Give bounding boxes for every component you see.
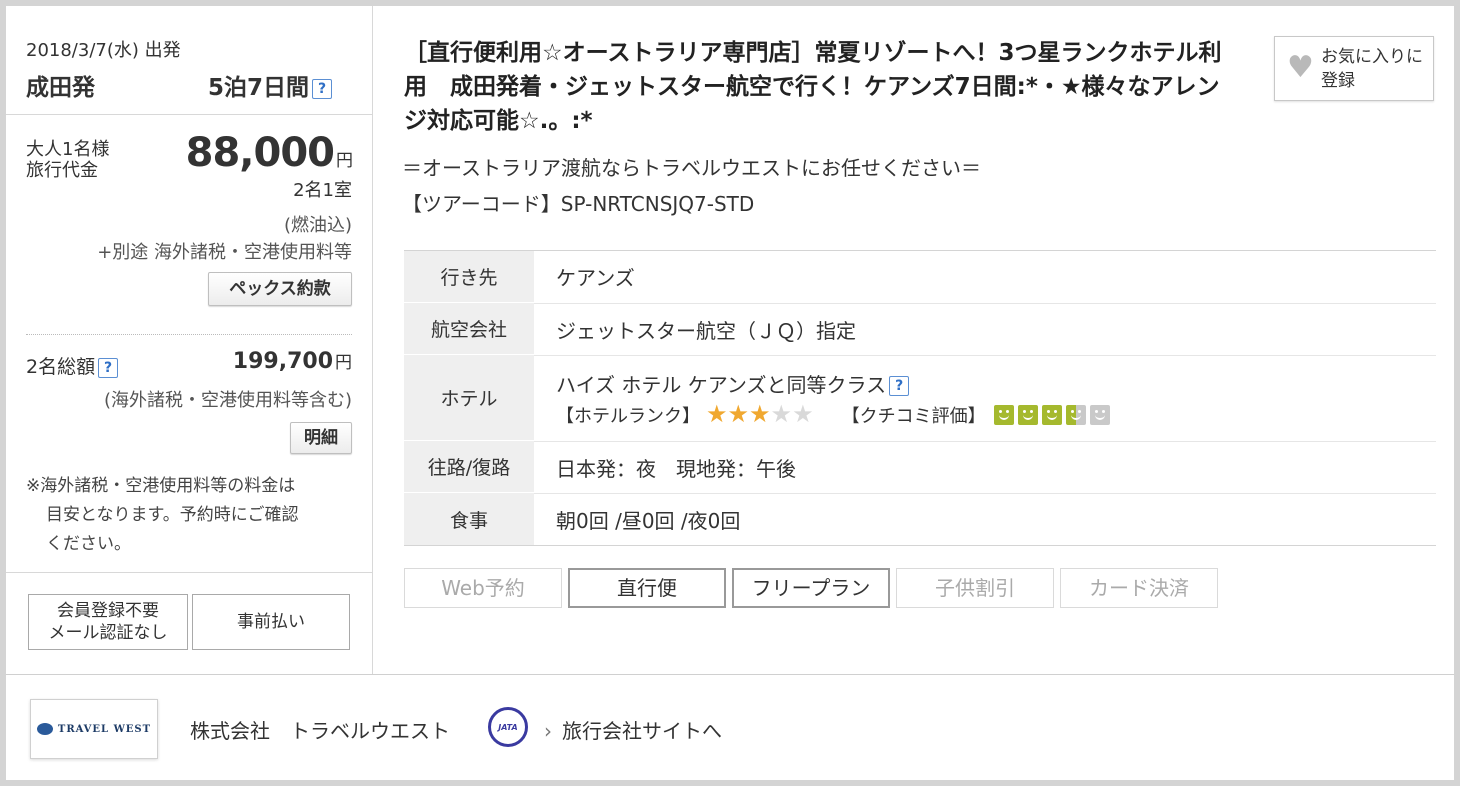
per-person-label-line1: 大人1名様 bbox=[26, 139, 110, 160]
per-person-label: 大人1名様 旅行代金 bbox=[26, 139, 109, 181]
smile-filled-icon bbox=[993, 404, 1014, 425]
hotel-rank-line: 【ホテルランク】 ★★★★★ 【クチコミ評価】 bbox=[556, 402, 1436, 428]
star-empty-icon: ★ bbox=[770, 400, 793, 428]
agency-site-link-text: 旅行会社サイトへ bbox=[562, 719, 722, 743]
table-row: 往路/復路 日本発：夜 現地発：午後 bbox=[404, 441, 1436, 493]
agency-site-link[interactable]: › 旅行会社サイトへ bbox=[544, 715, 722, 744]
divider bbox=[6, 114, 372, 115]
table-row: 行き先 ケアンズ bbox=[404, 251, 1436, 303]
trip-duration-text: 5泊7日間 bbox=[207, 75, 309, 101]
disclaimer-line3: ください。 bbox=[46, 534, 131, 554]
destination-label: 行き先 bbox=[404, 251, 534, 302]
smile-filled-icon bbox=[1041, 404, 1062, 425]
extra-fees-note: +別途 海外諸税・空港使用料等 bbox=[97, 242, 352, 263]
meals-value: 朝0回 /昼0回 /夜0回 bbox=[534, 493, 1436, 545]
tour-title[interactable]: ［直行便利用☆オーストラリア専門店］常夏リゾートへ！3つ星ランクホテル利用 成田… bbox=[404, 36, 1234, 138]
table-row: 食事 朝0回 /昼0回 /夜0回 bbox=[404, 493, 1436, 545]
departure-date: 2018/3/7(水) 出発 bbox=[26, 40, 181, 61]
tour-tagline: ＝オーストラリア渡航ならトラベルウエストにお任せください＝ bbox=[402, 156, 981, 180]
airline-value: ジェットスター航空（ＪＱ）指定 bbox=[534, 303, 1436, 354]
hotel-label: ホテル bbox=[404, 355, 534, 440]
total-label-text: 2名総額 bbox=[26, 356, 96, 378]
star-filled-icon: ★ bbox=[706, 400, 728, 428]
jata-icon: JATA bbox=[488, 707, 528, 747]
no-registration-line1: 会員登録不要 bbox=[57, 601, 159, 621]
currency-unit: 円 bbox=[336, 151, 353, 171]
pricing-panel: 2018/3/7(水) 出発 成田発 5泊7日間? 大人1名様 旅行代金 88,… bbox=[6, 6, 373, 674]
total-price: 199,700 円 bbox=[233, 348, 352, 374]
smile-empty-icon bbox=[1089, 404, 1110, 425]
airline-label: 航空会社 bbox=[404, 303, 534, 354]
destination-value: ケアンズ bbox=[556, 266, 635, 290]
jata-text: JATA bbox=[498, 722, 518, 732]
fuel-note: (燃油込) bbox=[283, 215, 352, 236]
hotel-cell: ハイズ ホテル ケアンズと同等クラス? 【ホテルランク】 ★★★★★ 【クチコミ… bbox=[534, 355, 1436, 440]
no-registration-badge: 会員登録不要 メール認証なし bbox=[28, 594, 188, 650]
disclaimer: ※海外諸税・空港使用料等の料金は 目安となります。予約時にご確認 ください。 bbox=[26, 472, 356, 559]
hotel-rank-label: 【ホテルランク】 bbox=[556, 405, 700, 427]
hotel-rank-stars: ★★★★★ bbox=[706, 402, 814, 427]
tour-details-table: 行き先 ケアンズ 航空会社 ジェットスター航空（ＪＱ）指定 ホテル ハイズ ホテ… bbox=[404, 250, 1436, 546]
tour-price-value: 88,000 bbox=[185, 130, 335, 176]
prepay-badge: 事前払い bbox=[192, 594, 350, 650]
feature-tag-free-plan: フリープラン bbox=[732, 568, 890, 608]
smile-half-icon bbox=[1065, 404, 1086, 425]
tour-info-panel: ［直行便利用☆オーストラリア専門店］常夏リゾートへ！3つ星ランクホテル利用 成田… bbox=[374, 6, 1454, 674]
detail-button[interactable]: 明細 bbox=[290, 422, 352, 454]
review-rating bbox=[993, 404, 1114, 425]
divider bbox=[6, 572, 372, 573]
disclaimer-line2: 目安となります。予約時にご確認 bbox=[46, 505, 299, 525]
hotel-name-text[interactable]: ハイズ ホテル ケアンズと同等クラス bbox=[556, 373, 886, 397]
tour-code: 【ツアーコード】SP-NRTCNSJQ7-STD bbox=[402, 192, 755, 216]
per-person-label-line2: 旅行代金 bbox=[26, 160, 98, 181]
room-info: 2名1室 bbox=[293, 180, 352, 201]
company-name: 株式会社 トラベルウエスト bbox=[190, 719, 450, 743]
help-icon[interactable]: ? bbox=[98, 357, 119, 378]
table-row: ホテル ハイズ ホテル ケアンズと同等クラス? 【ホテルランク】 ★★★★★ 【… bbox=[404, 355, 1436, 441]
disclaimer-line1: ※海外諸税・空港使用料等の料金は bbox=[26, 476, 296, 496]
no-registration-line2: メール認証なし bbox=[48, 623, 168, 643]
trip-duration: 5泊7日間? bbox=[208, 68, 332, 102]
help-icon[interactable]: ? bbox=[312, 79, 332, 99]
meals-label: 食事 bbox=[404, 493, 534, 545]
terms-button[interactable]: ペックス約款 bbox=[208, 272, 352, 306]
logo-text: TRAVEL WEST bbox=[57, 723, 152, 735]
agency-footer: TRAVEL WEST 株式会社 トラベルウエスト JATA › 旅行会社サイトへ bbox=[6, 674, 1454, 780]
currency-unit: 円 bbox=[335, 353, 352, 373]
favorite-button[interactable]: ♥ お気に入りに登録 bbox=[1274, 36, 1434, 101]
table-row: 航空会社 ジェットスター航空（ＪＱ）指定 bbox=[404, 303, 1436, 355]
tour-price: 88,000 円 bbox=[185, 130, 353, 176]
divider-dotted bbox=[26, 334, 352, 335]
feature-tag-card-payment: カード決済 bbox=[1060, 568, 1218, 608]
feature-tag-web-booking: Web予約 bbox=[404, 568, 562, 608]
globe-icon bbox=[36, 723, 53, 735]
favorite-label: お気に入りに登録 bbox=[1321, 47, 1423, 91]
review-label: 【クチコミ評価】 bbox=[841, 405, 986, 427]
smile-filled-icon bbox=[1017, 404, 1038, 425]
hotel-name: ハイズ ホテル ケアンズと同等クラス? bbox=[556, 369, 1436, 398]
total-label: 2名総額? bbox=[26, 352, 119, 379]
total-note: (海外諸税・空港使用料等含む) bbox=[103, 390, 352, 411]
star-filled-icon: ★ bbox=[727, 400, 750, 428]
tour-card: 2018/3/7(水) 出発 成田発 5泊7日間? 大人1名様 旅行代金 88,… bbox=[6, 6, 1454, 780]
chevron-right-icon: › bbox=[544, 719, 552, 743]
route-value: 日本発：夜 現地発：午後 bbox=[534, 441, 1436, 492]
help-icon[interactable]: ? bbox=[889, 376, 910, 396]
total-price-value: 199,700 bbox=[232, 349, 333, 374]
heart-icon: ♥ bbox=[1287, 50, 1314, 85]
star-filled-icon: ★ bbox=[749, 400, 771, 428]
agency-logo[interactable]: TRAVEL WEST bbox=[30, 699, 158, 759]
feature-tag-direct-flight: 直行便 bbox=[568, 568, 726, 608]
departure-origin: 成田発 bbox=[26, 75, 95, 101]
feature-tag-child-discount: 子供割引 bbox=[896, 568, 1054, 608]
star-empty-icon: ★ bbox=[792, 400, 814, 428]
route-label: 往路/復路 bbox=[404, 441, 534, 492]
